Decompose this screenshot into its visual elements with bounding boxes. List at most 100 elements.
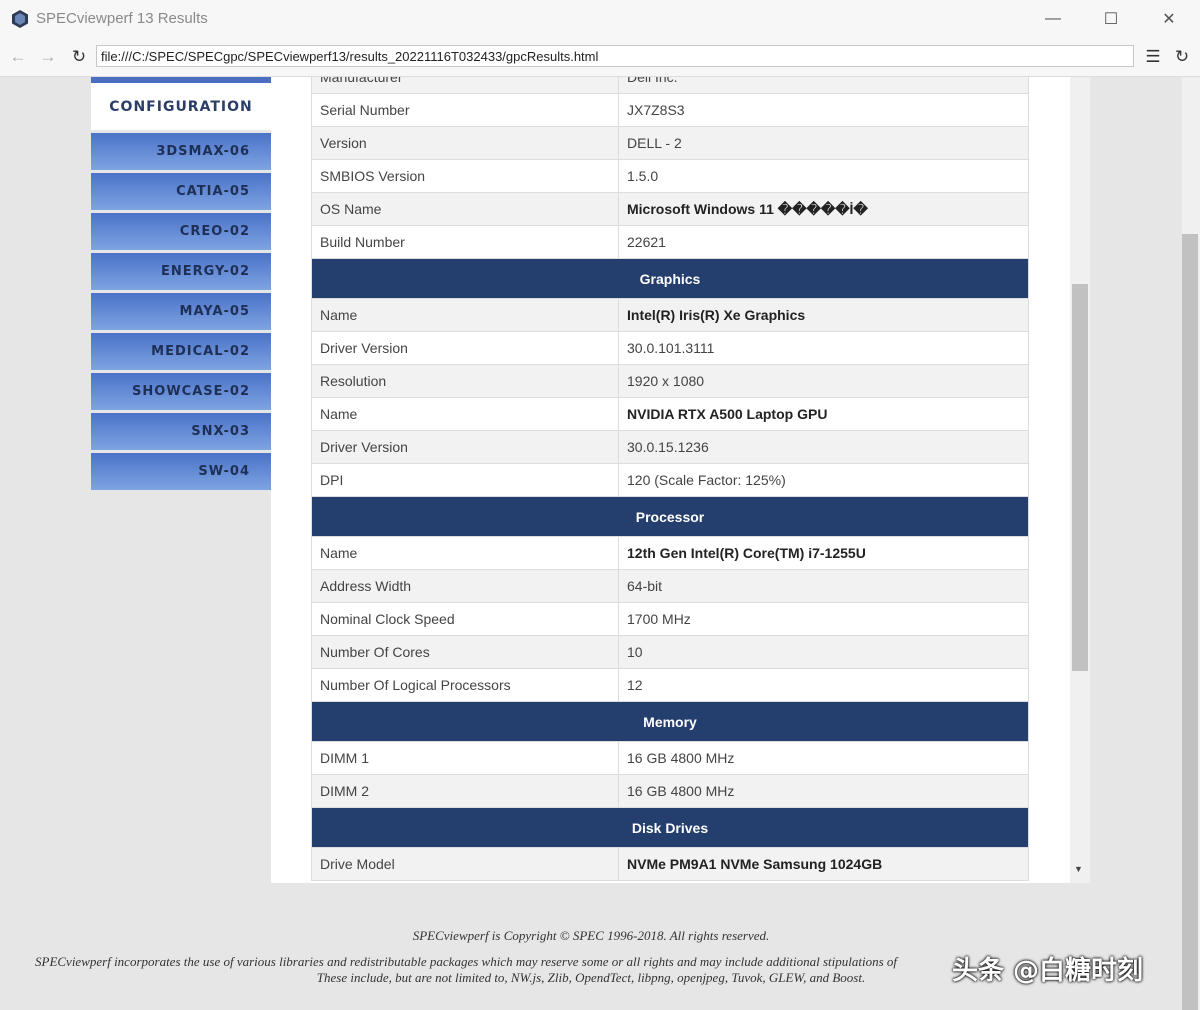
row-key: Name: [311, 298, 619, 332]
table-row: Driver Version 30.0.15.1236: [311, 430, 1029, 464]
row-value: 30.0.101.3111: [618, 331, 1029, 365]
row-value: 1700 MHz: [618, 602, 1029, 636]
results-panel: Manufacturer Dell Inc. Serial Number JX7…: [271, 77, 1090, 883]
section-header-disk-drives: Disk Drives: [311, 807, 1029, 848]
table-row: DIMM 1 16 GB 4800 MHz: [311, 741, 1029, 775]
row-key: OS Name: [311, 192, 619, 226]
section-title: Processor: [311, 496, 1029, 537]
page-viewport: CONFIGURATION 3DSMAX-06 CATIA-05 CREO-02…: [0, 77, 1182, 1010]
row-key: Name: [311, 397, 619, 431]
table-row: Address Width 64-bit: [311, 569, 1029, 603]
row-key: Name: [311, 536, 619, 570]
sidebar-item-snx[interactable]: SNX-03: [91, 413, 271, 450]
row-key: DPI: [311, 463, 619, 497]
row-key: Manufacturer: [311, 77, 619, 94]
section-header-processor: Processor: [311, 496, 1029, 537]
row-key: SMBIOS Version: [311, 159, 619, 193]
row-value: 22621: [618, 225, 1029, 259]
footer-copyright: SPECviewperf is Copyright © SPEC 1996-20…: [412, 928, 770, 943]
table-row: Driver Version 30.0.101.3111: [311, 331, 1029, 365]
menu-icon[interactable]: ☰: [1143, 47, 1163, 67]
table-row: Name NVIDIA RTX A500 Laptop GPU: [311, 397, 1029, 431]
window-titlebar: SPECviewperf 13 Results — ☐ ✕: [0, 0, 1200, 38]
sidebar-item-energy[interactable]: ENERGY-02: [91, 253, 271, 290]
table-row: Drive Model NVMe PM9A1 NVMe Samsung 1024…: [311, 847, 1029, 881]
config-table-wrap: Manufacturer Dell Inc. Serial Number JX7…: [311, 77, 1029, 883]
row-value: 120 (Scale Factor: 125%): [618, 463, 1029, 497]
table-row: SMBIOS Version 1.5.0: [311, 159, 1029, 193]
config-table: Manufacturer Dell Inc. Serial Number JX7…: [311, 77, 1029, 881]
section-title: Graphics: [311, 258, 1029, 299]
row-key: DIMM 2: [311, 774, 619, 808]
reload-icon[interactable]: ↻: [69, 47, 89, 67]
row-value: Microsoft Windows 11 �����İ�: [618, 192, 1029, 226]
section-title: Memory: [311, 701, 1029, 742]
window-title: SPECviewperf 13 Results: [36, 10, 208, 27]
table-row: Number Of Cores 10: [311, 635, 1029, 669]
row-key: Number Of Cores: [311, 635, 619, 669]
sidebar-item-maya[interactable]: MAYA-05: [91, 293, 271, 330]
watermark: 头条 @白糖时刻: [952, 956, 1144, 986]
table-row: Serial Number JX7Z8S3: [311, 93, 1029, 127]
sidebar-item-creo[interactable]: CREO-02: [91, 213, 271, 250]
row-key: DIMM 1: [311, 741, 619, 775]
address-bar[interactable]: file:///C:/SPEC/SPECgpc/SPECviewperf13/r…: [96, 45, 1134, 67]
row-value: Dell Inc.: [618, 77, 1029, 94]
sidebar-item-configuration[interactable]: CONFIGURATION: [91, 83, 271, 130]
page-scrollbar-thumb[interactable]: [1182, 234, 1198, 1010]
section-header-graphics: Graphics: [311, 258, 1029, 299]
row-key: Address Width: [311, 569, 619, 603]
row-value: DELL - 2: [618, 126, 1029, 160]
back-arrow-icon[interactable]: ←: [8, 47, 28, 67]
row-key: Build Number: [311, 225, 619, 259]
row-key: Number Of Logical Processors: [311, 668, 619, 702]
sidebar-item-3dsmax[interactable]: 3DSMAX-06: [91, 133, 271, 170]
close-button[interactable]: ✕: [1146, 6, 1192, 32]
row-value: 1920 x 1080: [618, 364, 1029, 398]
panel-scrollbar-thumb[interactable]: [1072, 284, 1088, 671]
row-value: 30.0.15.1236: [618, 430, 1029, 464]
row-key: Driver Version: [311, 331, 619, 365]
table-row: Version DELL - 2: [311, 126, 1029, 160]
row-value: NVMe PM9A1 NVMe Samsung 1024GB: [618, 847, 1029, 881]
table-row: Number Of Logical Processors 12: [311, 668, 1029, 702]
minimize-button[interactable]: —: [1030, 6, 1076, 32]
forward-arrow-icon[interactable]: →: [38, 47, 58, 67]
table-row: DIMM 2 16 GB 4800 MHz: [311, 774, 1029, 808]
app-icon: [12, 10, 28, 28]
table-row: Manufacturer Dell Inc.: [311, 77, 1029, 94]
sidebar-item-sw[interactable]: SW-04: [91, 453, 271, 490]
row-key: Nominal Clock Speed: [311, 602, 619, 636]
sidebar: CONFIGURATION 3DSMAX-06 CATIA-05 CREO-02…: [91, 77, 271, 490]
row-value: Intel(R) Iris(R) Xe Graphics: [618, 298, 1029, 332]
row-value: 16 GB 4800 MHz: [618, 741, 1029, 775]
browser-toolbar: ← → ↻ file:///C:/SPEC/SPECgpc/SPECviewpe…: [0, 38, 1200, 77]
table-row: Name 12th Gen Intel(R) Core(TM) i7-1255U: [311, 536, 1029, 570]
table-row: DPI 120 (Scale Factor: 125%): [311, 463, 1029, 497]
table-row: Nominal Clock Speed 1700 MHz: [311, 602, 1029, 636]
section-title: Disk Drives: [311, 807, 1029, 848]
refresh-icon[interactable]: ↻: [1172, 47, 1192, 67]
table-row: OS Name Microsoft Windows 11 �����İ�: [311, 192, 1029, 226]
scroll-down-arrow-icon[interactable]: ▼: [1074, 864, 1083, 874]
row-value: JX7Z8S3: [618, 93, 1029, 127]
row-key: Drive Model: [311, 847, 619, 881]
row-key: Version: [311, 126, 619, 160]
row-value: 64-bit: [618, 569, 1029, 603]
sidebar-item-showcase[interactable]: SHOWCASE-02: [91, 373, 271, 410]
row-value: NVIDIA RTX A500 Laptop GPU: [618, 397, 1029, 431]
row-value: 12: [618, 668, 1029, 702]
table-row: Resolution 1920 x 1080: [311, 364, 1029, 398]
section-header-memory: Memory: [311, 701, 1029, 742]
table-row: Build Number 22621: [311, 225, 1029, 259]
table-row: Name Intel(R) Iris(R) Xe Graphics: [311, 298, 1029, 332]
row-value: 10: [618, 635, 1029, 669]
sidebar-item-catia[interactable]: CATIA-05: [91, 173, 271, 210]
sidebar-item-medical[interactable]: MEDICAL-02: [91, 333, 271, 370]
row-key: Driver Version: [311, 430, 619, 464]
row-key: Serial Number: [311, 93, 619, 127]
row-value: 16 GB 4800 MHz: [618, 774, 1029, 808]
row-value: 12th Gen Intel(R) Core(TM) i7-1255U: [618, 536, 1029, 570]
row-key: Resolution: [311, 364, 619, 398]
maximize-button[interactable]: ☐: [1088, 6, 1134, 32]
